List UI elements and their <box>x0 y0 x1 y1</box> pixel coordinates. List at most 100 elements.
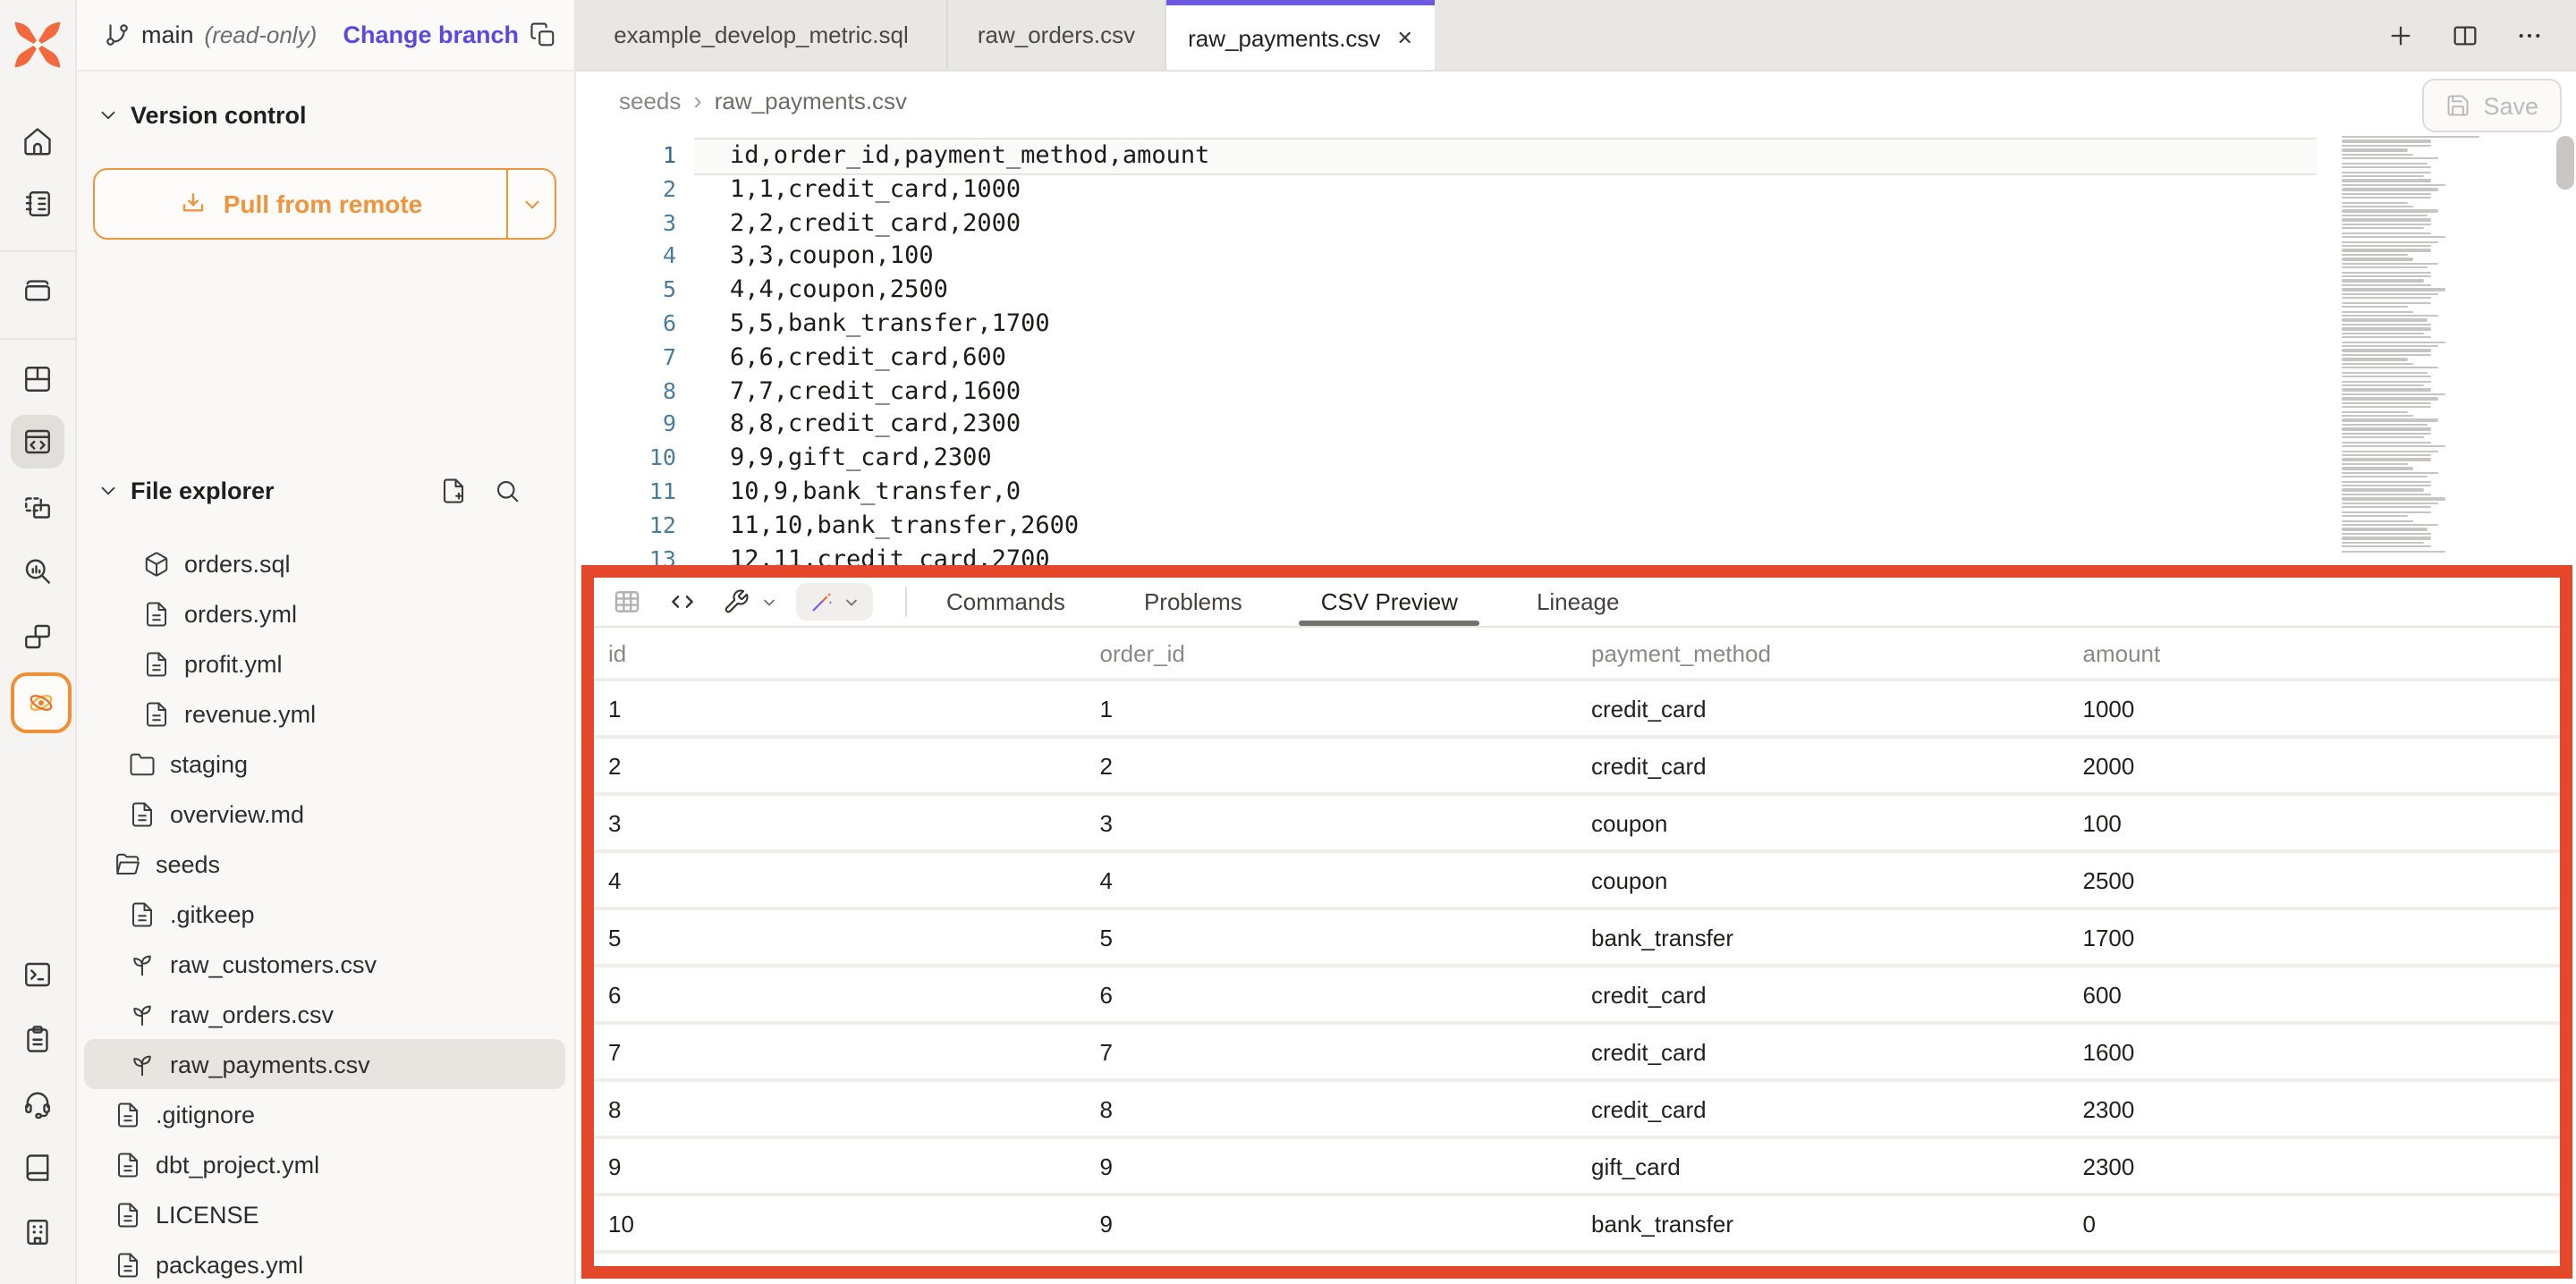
file-explorer-header[interactable]: File explorer <box>75 472 574 508</box>
minimap-line <box>2342 345 2438 348</box>
csv-cell: 11 <box>594 1252 1086 1266</box>
file-explorer-item-dbt_project.yml[interactable]: dbt_project.yml <box>84 1139 565 1189</box>
canvas-icon[interactable] <box>11 481 64 535</box>
file-label: orders.sql <box>184 550 291 577</box>
csv-cell: 2600 <box>2069 1252 2561 1266</box>
tab-example_develop_metric.sql[interactable]: example_develop_metric.sql <box>576 0 948 70</box>
build-wrench-icon[interactable] <box>723 588 750 615</box>
compiled-code-icon[interactable] <box>667 587 698 617</box>
tab-raw_orders.csv[interactable]: raw_orders.csv <box>948 0 1166 70</box>
explore-query-icon[interactable] <box>11 544 64 597</box>
file-icon <box>114 1251 141 1278</box>
minimap-line <box>2342 376 2431 378</box>
search-icon[interactable] <box>494 477 521 503</box>
file-icon <box>114 1201 141 1228</box>
panel-tab-Lineage[interactable]: Lineage <box>1537 578 1620 626</box>
copy-icon[interactable] <box>530 21 556 48</box>
minimap-line <box>2342 157 2438 160</box>
dashboard-icon[interactable] <box>11 352 64 406</box>
terminal-icon[interactable] <box>11 948 64 1001</box>
file-explorer-item-seeds[interactable]: seeds <box>84 839 565 889</box>
csv-table-row: 11credit_card1000 <box>594 680 2560 737</box>
file-explorer-item-raw_payments.csv[interactable]: raw_payments.csv <box>84 1039 565 1089</box>
pull-from-remote-button[interactable]: Pull from remote <box>93 168 556 240</box>
split-editor-icon[interactable] <box>2451 21 2479 49</box>
panel-tab-Commands[interactable]: Commands <box>946 578 1065 626</box>
tab-label: example_develop_metric.sql <box>614 21 909 48</box>
file-icon <box>143 700 170 727</box>
file-icon <box>129 800 156 827</box>
new-file-icon[interactable] <box>440 477 467 503</box>
csv-column-header-payment_method: payment_method <box>1577 628 2069 680</box>
file-explorer-item-raw_customers.csv[interactable]: raw_customers.csv <box>84 939 565 989</box>
minimap-line <box>2342 184 2446 187</box>
scrollbar-thumb[interactable] <box>2556 136 2574 190</box>
minimap[interactable] <box>2342 136 2549 565</box>
minimap-line <box>2342 249 2431 252</box>
file-explorer-item-orders.sql[interactable]: orders.sql <box>84 538 565 588</box>
close-icon[interactable]: ✕ <box>1396 26 1412 49</box>
organization-building-icon[interactable] <box>11 1205 64 1259</box>
panel-tab-CSV Preview[interactable]: CSV Preview <box>1321 578 1458 626</box>
csv-table-body: 11credit_card100022credit_card200033coup… <box>594 680 2560 1266</box>
breadcrumb-file[interactable]: raw_payments.csv <box>715 87 907 114</box>
file-explorer-item-.gitignore[interactable]: .gitignore <box>84 1089 565 1139</box>
code-line: 5,5,bank_transfer,1700 <box>730 308 2317 342</box>
breadcrumb-row: seeds › raw_payments.csv Save <box>576 72 2576 129</box>
minimap-line <box>2342 154 2412 156</box>
panel-tab-Problems[interactable]: Problems <box>1144 578 1242 626</box>
line-number: 11 <box>576 476 676 510</box>
csv-cell: 5 <box>594 908 1086 966</box>
new-tab-plus-icon[interactable] <box>2386 21 2415 49</box>
seed-icon <box>129 1051 156 1077</box>
minimap-line <box>2342 359 2409 361</box>
minimap-line <box>2342 415 2412 418</box>
file-label: overview.md <box>170 800 304 827</box>
tab-raw_payments.csv[interactable]: raw_payments.csv✕ <box>1166 0 1435 70</box>
chevron-down-icon[interactable] <box>760 593 778 611</box>
change-branch-link[interactable]: Change branch <box>343 21 519 48</box>
minimap-line <box>2342 166 2431 169</box>
branch-readonly-label: (read-only) <box>205 21 318 48</box>
file-explorer-item-LICENSE[interactable]: LICENSE <box>84 1189 565 1239</box>
file-label: raw_customers.csv <box>170 950 377 977</box>
file-icon <box>114 1151 141 1178</box>
minimap-line <box>2342 241 2438 243</box>
file-explorer-item-raw_orders.csv[interactable]: raw_orders.csv <box>84 989 565 1039</box>
file-explorer-item-packages.yml[interactable]: packages.yml <box>84 1239 565 1284</box>
external-window-icon[interactable] <box>11 610 64 663</box>
pull-from-remote-main[interactable]: Pull from remote <box>95 170 508 238</box>
code-line: 9,9,gift_card,2300 <box>730 442 2317 476</box>
file-explorer-item-orders.yml[interactable]: orders.yml <box>84 588 565 638</box>
docs-book-icon[interactable] <box>11 1141 64 1195</box>
file-explorer-item-revenue.yml[interactable]: revenue.yml <box>84 688 565 739</box>
code-editor-icon[interactable] <box>11 415 64 469</box>
minimap-line <box>2342 367 2438 369</box>
notebook-icon[interactable] <box>11 177 64 231</box>
dbt-copilot-atom-icon[interactable] <box>11 672 72 733</box>
dbt-logo-icon[interactable] <box>7 14 68 75</box>
file-explorer-item-overview.md[interactable]: overview.md <box>84 789 565 839</box>
home-icon[interactable] <box>11 114 64 168</box>
floppy-save-icon <box>2445 93 2470 118</box>
csv-column-header-amount: amount <box>2069 628 2561 680</box>
file-label: staging <box>170 750 248 777</box>
headset-support-icon[interactable] <box>11 1077 64 1130</box>
file-explorer-item-staging[interactable]: staging <box>84 739 565 789</box>
panel-toolbar: Commands Problems CSV Preview Lineage <box>594 578 2560 628</box>
clipboard-icon[interactable] <box>11 1012 64 1066</box>
minimap-line <box>2342 275 2431 278</box>
pull-options-caret[interactable] <box>508 170 555 238</box>
editor-scrollbar[interactable] <box>2555 129 2574 565</box>
file-explorer-item-.gitkeep[interactable]: .gitkeep <box>84 889 565 939</box>
archive-icon[interactable] <box>11 263 64 317</box>
file-label: LICENSE <box>156 1201 259 1228</box>
breadcrumb-folder[interactable]: seeds <box>619 87 681 114</box>
version-control-header[interactable]: Version control <box>75 97 574 132</box>
results-table-icon[interactable] <box>612 587 642 617</box>
ai-assist-wand-button[interactable] <box>796 583 873 621</box>
csv-table-row: 99gift_card2300 <box>594 1137 2560 1195</box>
more-options-ellipsis-icon[interactable] <box>2515 21 2544 49</box>
save-button[interactable]: Save <box>2422 79 2562 132</box>
file-explorer-item-profit.yml[interactable]: profit.yml <box>84 638 565 688</box>
